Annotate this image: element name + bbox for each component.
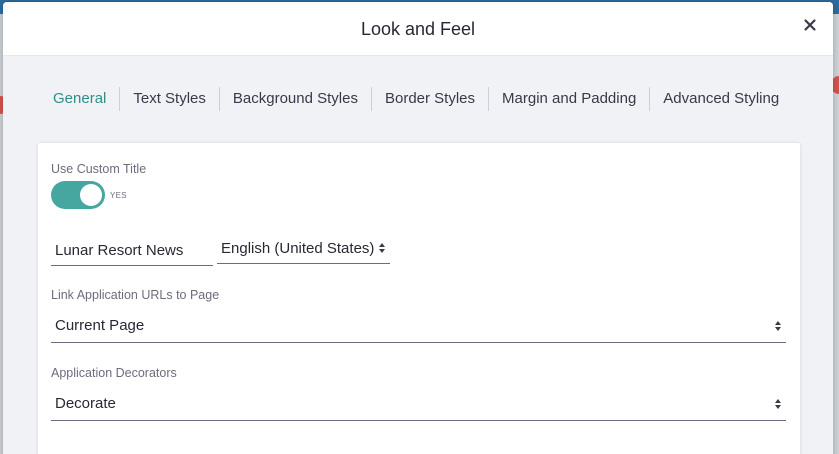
general-settings-card: Use Custom Title YES Lunar Resort News E…	[38, 143, 800, 454]
decorators-select[interactable]: Decorate	[51, 387, 786, 421]
look-and-feel-modal: Look and Feel General Text Styles Backgr…	[3, 2, 833, 454]
tab-margin-and-padding[interactable]: Margin and Padding	[488, 87, 649, 111]
tab-general[interactable]: General	[45, 87, 119, 111]
use-custom-title-toggle[interactable]	[51, 181, 105, 209]
modal-title: Look and Feel	[360, 19, 476, 39]
close-icon	[804, 19, 816, 31]
custom-title-value: Lunar Resort News	[55, 241, 184, 259]
modal-header: Look and Feel	[3, 2, 833, 56]
custom-title-input[interactable]: Lunar Resort News	[51, 235, 213, 266]
use-custom-title-label: Use Custom Title	[51, 162, 147, 176]
select-arrows-icon	[775, 398, 781, 409]
tab-background-styles[interactable]: Background Styles	[218, 87, 371, 111]
decorators-selected-value: Decorate	[55, 395, 116, 412]
language-selected-value: English (United States)	[221, 239, 375, 257]
toggle-state-label: YES	[110, 191, 127, 200]
decorators-label: Application Decorators	[51, 366, 177, 380]
link-urls-select[interactable]: Current Page	[51, 309, 786, 343]
tab-advanced-styling[interactable]: Advanced Styling	[649, 87, 792, 111]
tab-text-styles[interactable]: Text Styles	[119, 87, 219, 111]
language-select[interactable]: English (United States)	[217, 233, 390, 264]
style-tabs: General Text Styles Background Styles Bo…	[45, 86, 792, 112]
link-urls-label: Link Application URLs to Page	[51, 288, 220, 302]
select-arrows-icon	[379, 243, 385, 253]
link-urls-selected-value: Current Page	[55, 317, 145, 334]
close-button[interactable]	[801, 16, 819, 34]
select-arrows-icon	[775, 320, 781, 331]
toggle-knob	[80, 184, 102, 206]
tab-border-styles[interactable]: Border Styles	[370, 87, 488, 111]
